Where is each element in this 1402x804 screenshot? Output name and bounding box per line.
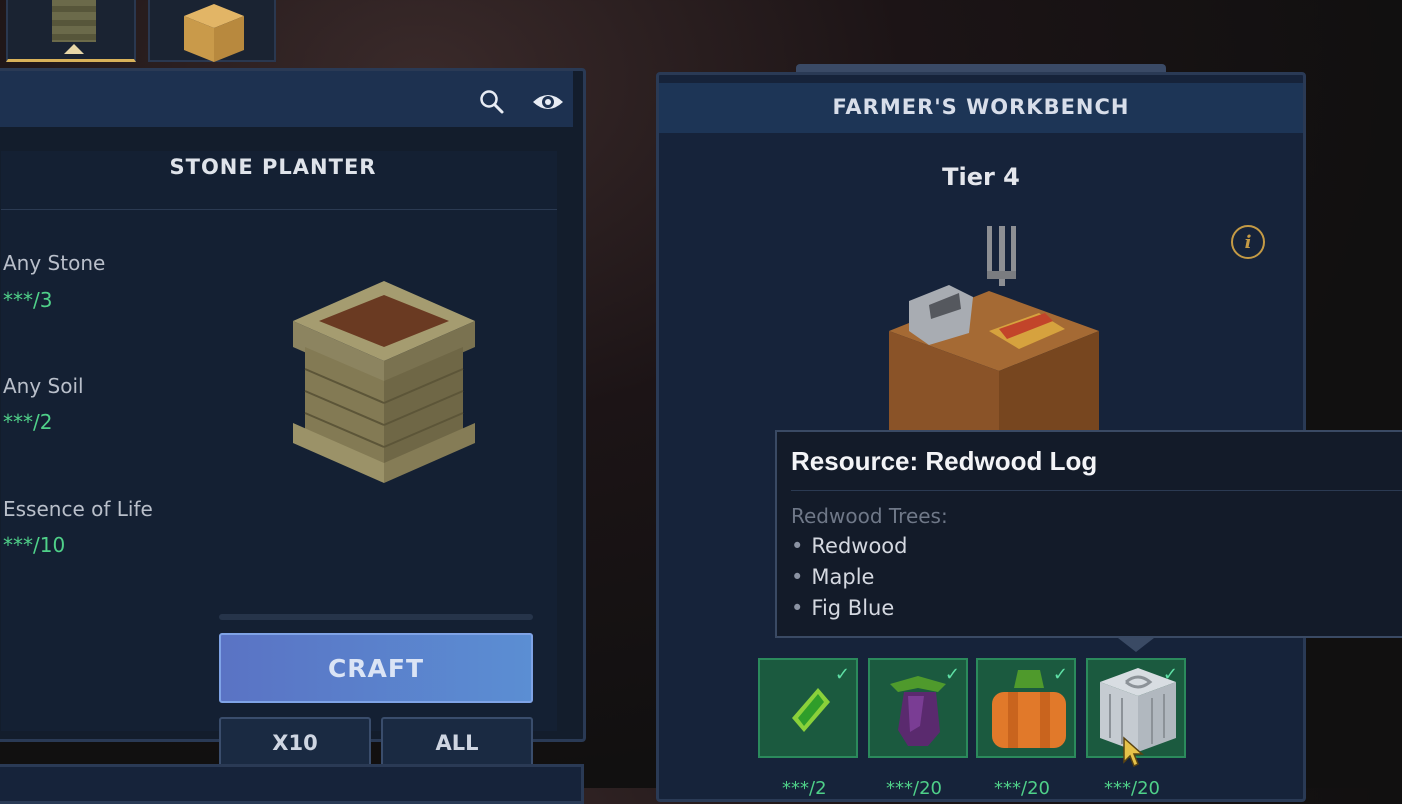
craft-button[interactable]: CRAFT	[219, 633, 533, 703]
resource-tooltip: Resource: Redwood Log Redwood Trees: • Re…	[775, 430, 1402, 638]
check-icon: ✓	[1162, 664, 1178, 685]
tooltip-subtitle: Redwood Trees:	[791, 504, 948, 528]
recipe-panel-header	[0, 71, 573, 127]
check-icon: ✓	[834, 664, 850, 685]
info-icon[interactable]: i	[1231, 225, 1265, 259]
stone-block-icon	[52, 0, 96, 42]
tooltip-divider	[791, 490, 1402, 491]
ingredient-name: Any Stone	[3, 251, 106, 275]
tooltip-item-label: Maple	[811, 565, 875, 589]
title-divider	[1, 209, 557, 210]
slot-count: ***/20	[994, 778, 1050, 799]
item-tab-stone-planter[interactable]	[6, 0, 136, 62]
tooltip-list-item: • Redwood	[791, 534, 908, 558]
ingredient-name: Any Soil	[3, 374, 84, 398]
recipe-panel: STONE PLANTER Any Stone ***/3 Any Soil *…	[0, 68, 586, 769]
ingredient-slot[interactable]: ✓	[976, 658, 1076, 758]
hay-block-icon	[184, 4, 244, 62]
tooltip-list-item: • Maple	[791, 565, 875, 589]
search-icon[interactable]	[479, 89, 505, 115]
farmers-workbench-image	[889, 226, 1099, 431]
slot-count: ***/2	[782, 778, 827, 799]
recipe-title: STONE PLANTER	[169, 155, 377, 179]
ingredient-count: ***/10	[3, 533, 66, 557]
craft-progress-track	[219, 614, 533, 620]
leaf-item-icon	[792, 688, 830, 732]
selected-slot-marker	[1118, 638, 1154, 652]
check-icon: ✓	[1052, 664, 1068, 685]
ingredient-count: ***/2	[3, 410, 53, 434]
ingredient-slot[interactable]: ✓	[758, 658, 858, 758]
tier-label: Tier 4	[942, 163, 1020, 191]
tooltip-item-label: Redwood	[811, 534, 908, 558]
tooltip-title: Resource: Redwood Log	[791, 446, 1098, 476]
tooltip-item-label: Fig Blue	[811, 596, 895, 620]
check-icon: ✓	[944, 664, 960, 685]
craft-all-button[interactable]: ALL	[381, 717, 533, 769]
ingredient-slot[interactable]: ✓	[868, 658, 968, 758]
cursor-icon	[1123, 736, 1144, 768]
ingredient-count: ***/3	[3, 288, 53, 312]
stone-planter-image	[293, 281, 475, 483]
eye-icon[interactable]	[531, 91, 565, 113]
slot-count: ***/20	[1104, 778, 1160, 799]
secondary-panel	[0, 764, 584, 804]
tooltip-list-item: • Fig Blue	[791, 596, 895, 620]
selected-marker	[64, 44, 84, 54]
workbench-title: FARMER'S WORKBENCH	[832, 95, 1130, 119]
slot-count: ***/20	[886, 778, 942, 799]
craft-x10-button[interactable]: X10	[219, 717, 371, 769]
item-tab-hay[interactable]	[148, 0, 276, 62]
ingredient-name: Essence of Life	[3, 497, 153, 521]
